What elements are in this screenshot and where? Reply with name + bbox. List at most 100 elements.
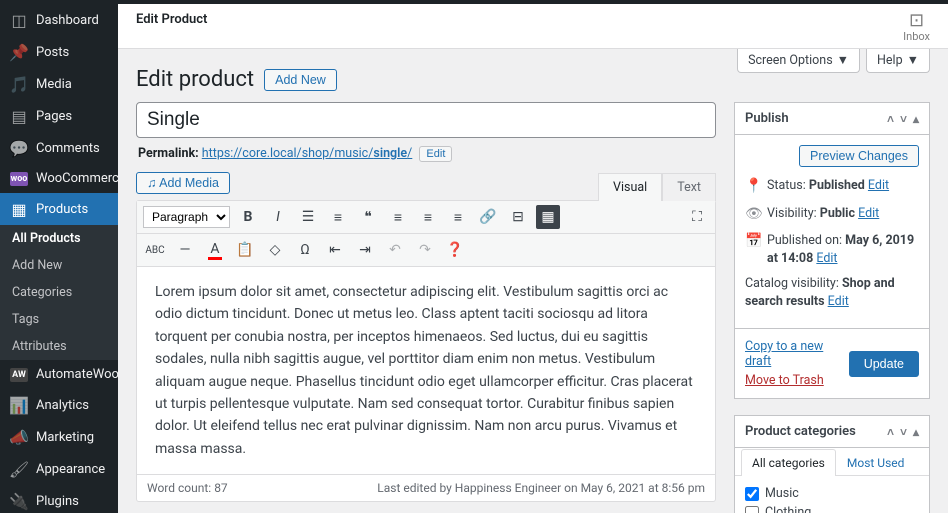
categories-box-title: Product categories [745, 424, 856, 439]
redo-button[interactable]: ↷ [413, 238, 437, 262]
page-title: Edit product [136, 67, 254, 92]
category-item: Clothing [745, 503, 919, 513]
editor-toolbar-row1: Paragraph B I ☰ ≡ ❝ ≡ ≡ ≡ 🔗 ⊟ ▦ ⛶ [137, 201, 715, 234]
strikethrough-button[interactable]: ABC [143, 238, 167, 262]
text-color-button[interactable]: A [203, 238, 227, 262]
link-button[interactable]: 🔗 [476, 205, 500, 229]
bullet-list-button[interactable]: ☰ [296, 205, 320, 229]
box-toggle-icon[interactable]: ▴ [913, 112, 919, 126]
calendar-icon: 📅 [745, 232, 761, 252]
more-button[interactable]: ⊟ [506, 205, 530, 229]
edit-status-link[interactable]: Edit [868, 178, 889, 193]
pages-icon: ▤ [10, 107, 28, 125]
undo-button[interactable]: ↶ [383, 238, 407, 262]
sidebar-item-media[interactable]: 🎵Media [0, 68, 118, 100]
move-to-trash-link[interactable]: Move to Trash [745, 373, 824, 388]
submenu-attributes[interactable]: Attributes [0, 333, 118, 360]
sidebar-item-automatewoo[interactable]: AWAutomateWoo [0, 360, 118, 389]
submenu-add-new[interactable]: Add New [0, 252, 118, 279]
pin-icon: 📍 [745, 177, 761, 197]
category-checkbox[interactable] [745, 487, 759, 501]
fullscreen-button[interactable]: ⛶ [685, 205, 709, 229]
preview-changes-button[interactable]: Preview Changes [799, 145, 919, 167]
paste-button[interactable]: 📋 [233, 238, 257, 262]
edit-date-link[interactable]: Edit [816, 251, 837, 266]
inbox-icon: ⊡ [903, 12, 930, 30]
format-select[interactable]: Paragraph [143, 206, 230, 228]
clear-format-button[interactable]: ◇ [263, 238, 287, 262]
analytics-icon: 📊 [10, 396, 28, 414]
category-item: Music [745, 484, 919, 503]
sidebar-item-pages[interactable]: ▤Pages [0, 100, 118, 132]
sidebar-item-woocommerce[interactable]: wooWooCommerce [0, 164, 118, 193]
tab-all-categories[interactable]: All categories [741, 449, 836, 476]
box-down-icon[interactable]: ˅ [900, 425, 907, 439]
edit-catalog-link[interactable]: Edit [828, 294, 849, 309]
content-editor: Paragraph B I ☰ ≡ ❝ ≡ ≡ ≡ 🔗 ⊟ ▦ ⛶ [136, 200, 716, 502]
add-new-button[interactable]: Add New [264, 69, 337, 91]
edit-slug-button[interactable]: Edit [419, 146, 452, 162]
editor-content[interactable]: Lorem ipsum dolor sit amet, consectetur … [137, 267, 715, 474]
bold-button[interactable]: B [236, 205, 260, 229]
box-up-icon[interactable]: ˄ [887, 425, 894, 439]
product-title-input[interactable] [136, 102, 716, 138]
submenu-all-products[interactable]: All Products [0, 225, 118, 252]
editor-tab-visual[interactable]: Visual [598, 173, 662, 201]
dashboard-icon: ◫ [10, 11, 28, 29]
woo-icon: woo [10, 172, 28, 186]
sidebar-item-comments[interactable]: 💬Comments [0, 132, 118, 164]
box-up-icon[interactable]: ˄ [887, 112, 894, 126]
italic-button[interactable]: I [266, 205, 290, 229]
box-down-icon[interactable]: ˅ [900, 112, 907, 126]
update-button[interactable]: Update [849, 351, 919, 377]
quote-button[interactable]: ❝ [356, 205, 380, 229]
word-count: Word count: 87 [147, 481, 228, 495]
add-media-button[interactable]: ♫ Add Media [136, 172, 230, 194]
comments-icon: 💬 [10, 139, 28, 157]
page-header: Edit Product ⊡ Inbox [118, 4, 948, 49]
sidebar-item-dashboard[interactable]: ◫Dashboard [0, 4, 118, 36]
help-toggle[interactable]: Help ▼ [866, 49, 930, 73]
category-label: Music [765, 486, 799, 501]
sidebar-item-appearance[interactable]: 🖌Appearance [0, 453, 118, 485]
indent-button[interactable]: ⇥ [353, 238, 377, 262]
admin-sidebar: ◫Dashboard 📌Posts 🎵Media ▤Pages 💬Comment… [0, 4, 118, 513]
sidebar-item-plugins[interactable]: 🔌Plugins [0, 485, 118, 513]
submenu-categories[interactable]: Categories [0, 279, 118, 306]
editor-tab-text[interactable]: Text [662, 173, 716, 201]
sidebar-item-posts[interactable]: 📌Posts [0, 36, 118, 68]
editor-toolbar-row2: ABC — A 📋 ◇ Ω ⇤ ⇥ ↶ ↷ ❓ [137, 234, 715, 267]
tab-most-used[interactable]: Most Used [836, 449, 916, 476]
screen-options-toggle[interactable]: Screen Options ▼ [737, 49, 860, 73]
help-button[interactable]: ❓ [443, 238, 467, 262]
visibility-icon: 👁 [745, 205, 761, 225]
category-list: MusicClothingAccessoriesTshirtsHoodieslo… [745, 484, 919, 513]
products-icon: ▦ [10, 200, 28, 218]
posts-icon: 📌 [10, 43, 28, 61]
align-right-button[interactable]: ≡ [446, 205, 470, 229]
header-title: Edit Product [136, 12, 207, 27]
special-char-button[interactable]: Ω [293, 238, 317, 262]
marketing-icon: 📣 [10, 428, 28, 446]
sidebar-item-analytics[interactable]: 📊Analytics [0, 389, 118, 421]
sidebar-item-marketing[interactable]: 📣Marketing [0, 421, 118, 453]
permalink-row: Permalink: https://core.local/shop/music… [138, 146, 714, 162]
outdent-button[interactable]: ⇤ [323, 238, 347, 262]
publish-box: Publish ˄˅▴ Preview Changes 📍Status: Pub… [734, 102, 930, 399]
hr-button[interactable]: — [173, 238, 197, 262]
inbox-button[interactable]: ⊡ Inbox [903, 12, 930, 43]
copy-draft-link[interactable]: Copy to a new draft [745, 339, 823, 369]
number-list-button[interactable]: ≡ [326, 205, 350, 229]
box-toggle-icon[interactable]: ▴ [913, 425, 919, 439]
align-center-button[interactable]: ≡ [416, 205, 440, 229]
category-checkbox[interactable] [745, 506, 759, 513]
plugins-icon: 🔌 [10, 492, 28, 510]
edit-visibility-link[interactable]: Edit [858, 206, 879, 221]
toolbar-toggle-button[interactable]: ▦ [536, 205, 560, 229]
publish-box-title: Publish [745, 111, 789, 126]
submenu-tags[interactable]: Tags [0, 306, 118, 333]
align-left-button[interactable]: ≡ [386, 205, 410, 229]
last-edited: Last edited by Happiness Engineer on May… [377, 481, 705, 495]
permalink-url[interactable]: https://core.local/shop/music/single/ [202, 146, 413, 161]
sidebar-item-products[interactable]: ▦Products [0, 193, 118, 225]
